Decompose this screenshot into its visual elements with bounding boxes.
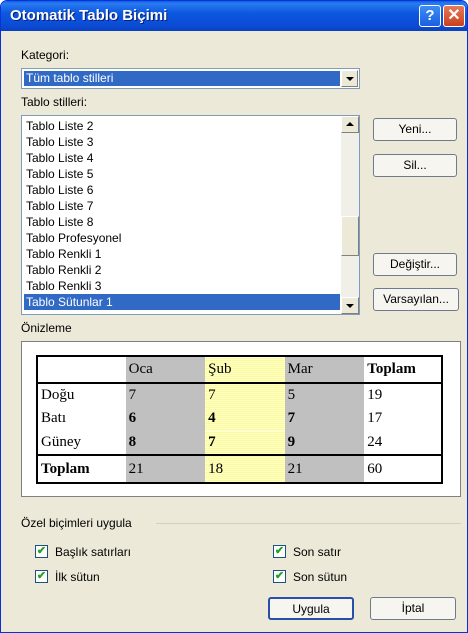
chevron-down-icon <box>346 304 354 308</box>
preview-cell: 6 <box>125 406 206 432</box>
preview-cell: 7 <box>284 406 365 432</box>
help-button[interactable]: ? <box>419 5 441 27</box>
preview-cell: 8 <box>125 431 206 456</box>
preview-cell: 18 <box>205 454 285 483</box>
scroll-up-button[interactable] <box>341 116 359 133</box>
preview-cell: 60 <box>364 454 442 483</box>
preview-row-label: Güney <box>41 434 81 451</box>
category-dropdown[interactable]: Tüm tablo stilleri <box>21 68 360 89</box>
list-item[interactable]: Tablo Liste 8 <box>24 214 340 230</box>
list-item[interactable]: Tablo Liste 6 <box>24 182 340 198</box>
checkbox-label: Son satır <box>293 545 342 559</box>
chevron-up-icon <box>346 122 354 126</box>
preview-cell: 21 <box>125 454 206 483</box>
preview-header-cell: Toplam <box>364 356 442 384</box>
checkbox-label: Son sütun <box>293 570 348 584</box>
modify-style-button[interactable]: Değiştir... <box>373 253 457 276</box>
dialog-window: Otomatik Tablo Biçimi ? ✕ Kategori: Tüm … <box>0 0 468 633</box>
group-divider <box>156 523 461 524</box>
list-item[interactable]: Tablo Renkli 1 <box>24 246 340 262</box>
preview-header-row: Oca Şub Mar Toplam <box>37 356 442 384</box>
preview-label: Önizleme <box>21 321 72 335</box>
checkbox-label: Başlık satırları <box>55 545 132 559</box>
table-styles-label: Tablo stilleri: <box>21 95 88 109</box>
scroll-down-button[interactable] <box>341 297 359 314</box>
preview-cell: 17 <box>367 410 383 427</box>
chevron-down-icon <box>346 77 354 81</box>
preview-header-cell: Oca <box>125 356 206 384</box>
preview-cell: 21 <box>284 454 365 483</box>
preview-cell: 7 <box>125 382 206 407</box>
preview-row: Güney 8 7 9 24 <box>37 431 442 456</box>
list-item[interactable]: Tablo Renkli 2 <box>24 262 340 278</box>
check-icon[interactable]: ✔ <box>35 545 48 558</box>
list-item[interactable]: Tablo Liste 7 <box>24 198 340 214</box>
list-item[interactable]: Tablo Profesyonel <box>24 230 340 246</box>
preview-cell: 24 <box>367 434 383 451</box>
new-style-button[interactable]: Yeni... <box>373 118 457 141</box>
category-selected-value: Tüm tablo stilleri <box>24 71 340 86</box>
preview-header-cell: Şub <box>205 356 285 384</box>
preview-header-cell: Mar <box>284 356 365 384</box>
scroll-thumb[interactable] <box>341 216 359 256</box>
list-item-selected[interactable]: Tablo Sütunlar 1 <box>24 294 340 310</box>
list-scrollbar[interactable] <box>341 116 359 314</box>
checkbox-label: İlk sütun <box>55 570 100 584</box>
list-item[interactable]: Tablo Liste 2 <box>24 118 340 134</box>
title-bar[interactable]: Otomatik Tablo Biçimi ? ✕ <box>1 1 467 31</box>
check-icon[interactable]: ✔ <box>273 570 286 583</box>
preview-cell: 7 <box>205 431 285 456</box>
preview-cell: 4 <box>205 406 285 432</box>
preview-panel: Oca Şub Mar Toplam Doğu 7 7 5 19 Batı 6 … <box>21 341 461 497</box>
list-item[interactable]: Tablo Liste 5 <box>24 166 340 182</box>
list-item[interactable]: Tablo Liste 3 <box>24 134 340 150</box>
preview-cell: 5 <box>284 382 365 407</box>
preview-cell: 19 <box>367 386 383 403</box>
preview-row-label: Batı <box>41 410 66 427</box>
apply-button[interactable]: Uygula <box>268 597 354 620</box>
default-style-button[interactable]: Varsayılan... <box>373 288 459 311</box>
preview-total-label: Toplam <box>37 454 126 483</box>
list-item[interactable]: Tablo Liste 4 <box>24 150 340 166</box>
special-formats-label: Özel biçimleri uygula <box>21 516 132 530</box>
preview-cell: 9 <box>284 431 365 456</box>
window-title: Otomatik Tablo Biçimi <box>10 7 168 24</box>
preview-header-cell <box>37 356 126 384</box>
dropdown-arrow-button[interactable] <box>341 70 358 87</box>
list-item[interactable]: Tablo Renkli 3 <box>24 278 340 294</box>
check-icon[interactable]: ✔ <box>273 545 286 558</box>
preview-total-row: Toplam 21 18 21 60 <box>37 454 442 483</box>
preview-row: Batı 6 4 7 17 <box>37 406 442 432</box>
category-label: Kategori: <box>21 48 70 62</box>
delete-style-button[interactable]: Sil... <box>373 154 457 177</box>
preview-table: Oca Şub Mar Toplam Doğu 7 7 5 19 Batı 6 … <box>36 355 443 484</box>
preview-row: Doğu 7 7 5 19 <box>37 382 442 407</box>
table-styles-list[interactable]: Tablo Liste 2 Tablo Liste 3 Tablo Liste … <box>21 115 360 315</box>
close-button[interactable]: ✕ <box>443 5 465 27</box>
check-icon[interactable]: ✔ <box>35 570 48 583</box>
cancel-button[interactable]: İptal <box>370 597 456 620</box>
preview-cell: 7 <box>205 382 285 407</box>
preview-row-label: Doğu <box>41 386 75 403</box>
